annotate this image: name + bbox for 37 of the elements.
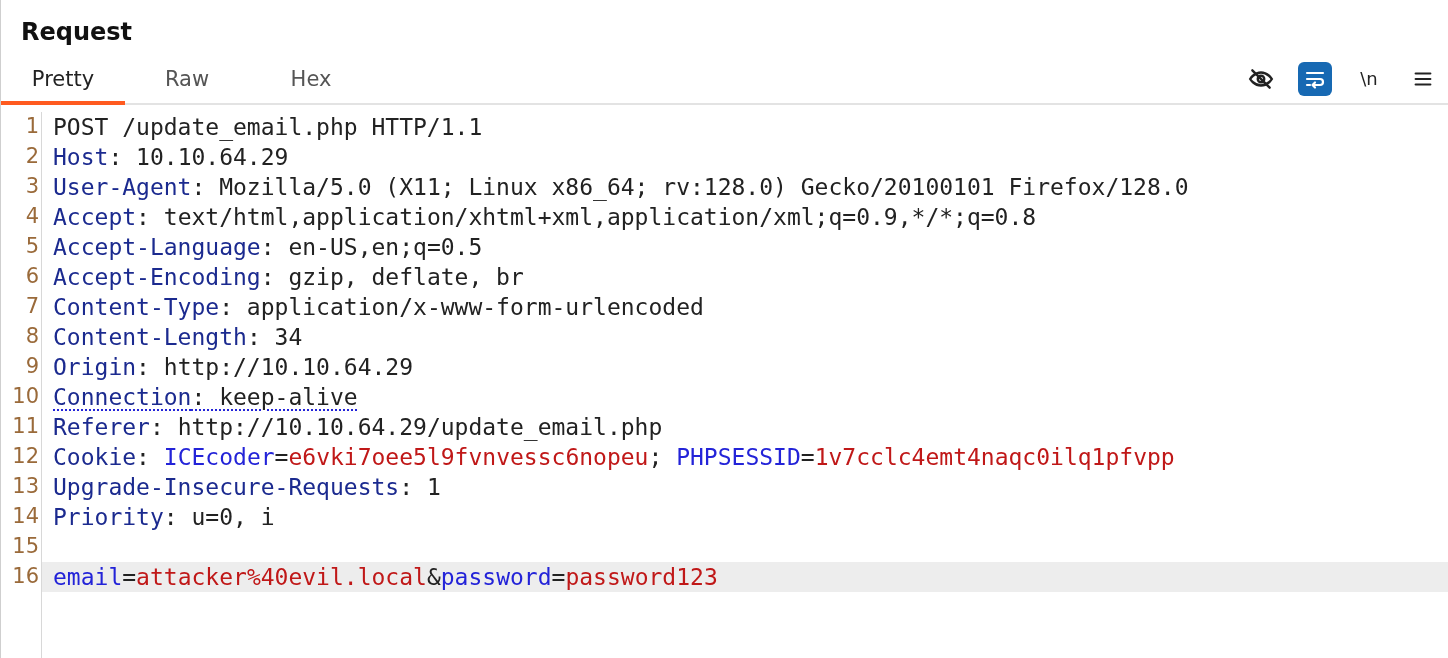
line-number: 8 <box>25 323 39 351</box>
code-line: Connection: keep-alive <box>53 384 358 410</box>
line-number: 11 <box>12 413 39 441</box>
line-number: 10 <box>12 383 39 411</box>
tab[interactable]: Raw <box>125 58 249 105</box>
line-number: 9 <box>25 353 39 381</box>
line-number: 13 <box>12 473 39 501</box>
code-line: Content-Type: application/x-www-form-urlencoded <box>53 294 704 320</box>
line-number: 7 <box>25 293 39 321</box>
tab[interactable]: Hex <box>249 58 373 105</box>
code-line: Priority: u=0, i <box>53 504 275 530</box>
line-number: 16 <box>12 563 39 591</box>
line-number: 5 <box>25 233 39 261</box>
code-line: Host: 10.10.64.29 <box>53 144 289 170</box>
line-number: 12 <box>12 443 39 471</box>
line-number: 6 <box>25 263 39 291</box>
panel-title: Request <box>21 17 133 48</box>
line-number: 15 <box>12 533 39 561</box>
line-number: 1 <box>25 113 39 141</box>
code-line: Origin: http://10.10.64.29 <box>53 354 414 380</box>
line-number: 2 <box>25 143 39 171</box>
tab[interactable]: Pretty <box>1 58 125 105</box>
wrap-icon[interactable] <box>1298 61 1332 96</box>
code-line: User-Agent: Mozilla/5.0 (X11; Linux x86_64; rv:128.0) Gecko/20100101 Firefox/128.0 <box>53 174 1189 200</box>
newline-toggle[interactable]: \n <box>1352 61 1386 96</box>
code-line: Upgrade-Insecure-Requests: 1 <box>53 474 441 500</box>
code-line: Referer: http://10.10.64.29/update_email.php <box>53 414 663 440</box>
code-line: Accept-Encoding: gzip, deflate, br <box>53 264 524 290</box>
code-line: Accept-Language: en-US,en;q=0.5 <box>53 234 483 260</box>
code-line: POST /update_email.php HTTP/1.1 <box>53 114 483 140</box>
line-number: 14 <box>12 503 39 531</box>
code-line: Content-Length: 34 <box>53 324 303 350</box>
line-number: 4 <box>25 203 39 231</box>
code-line: email=attacker%40evil.local&password=password123 <box>53 564 718 590</box>
line-number: 3 <box>25 173 39 201</box>
code-line: Cookie: ICEcoder=e6vki7oee5l9fvnvessc6nopeu; PHPSESSID=1v7cclc4emt4naqc0ilq1pfvpp <box>53 444 1175 470</box>
code-line: Accept: text/html,application/xhtml+xml,application/xml;q=0.9,*/*;q=0.8 <box>53 204 1037 230</box>
